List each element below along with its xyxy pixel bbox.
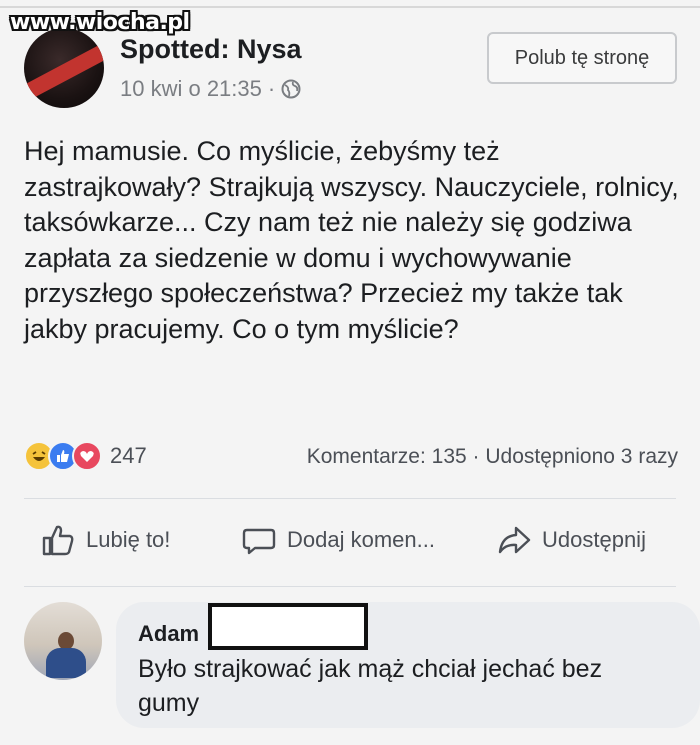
like-button-label: Lubię to! (86, 527, 171, 552)
comment-button[interactable]: Dodaj komen... (241, 522, 435, 558)
reaction-count: 247 (110, 443, 147, 468)
like-page-button[interactable]: Polub tę stronę (487, 32, 677, 84)
page-name[interactable]: Spotted: Nysa (120, 34, 302, 65)
post-stats: Komentarze: 135 · Udostępniono 3 razy (307, 445, 678, 469)
comment-icon (242, 528, 276, 555)
reactions-summary[interactable]: 247 (24, 441, 147, 471)
page-avatar[interactable] (24, 28, 104, 108)
avatar-body (46, 648, 86, 678)
divider-top (24, 498, 676, 499)
comment-button-label: Dodaj komen... (287, 527, 435, 552)
meta-separator: · (267, 76, 276, 101)
globe-icon (281, 79, 301, 99)
divider-bottom (24, 586, 676, 587)
post-meta: 10 kwi o 21:35 · (120, 76, 301, 102)
commenter-avatar[interactable] (24, 602, 102, 680)
share-button-label: Udostępnij (542, 527, 646, 552)
top-divider (0, 6, 700, 8)
thumbs-up-icon (42, 525, 74, 556)
post-text: Hej mamusie. Co myślicie, żebyśmy też za… (24, 136, 679, 344)
like-button[interactable]: Lubię to! (40, 522, 170, 558)
shares-count[interactable]: Udostępniono 3 razy (485, 445, 678, 468)
watermark: www.wiocha.pl (10, 10, 190, 35)
comments-count[interactable]: Komentarze: 135 (307, 445, 467, 468)
avatar-logo-stripe (24, 37, 104, 103)
share-button[interactable]: Udostępnij (496, 522, 646, 558)
redaction-box (208, 603, 368, 650)
comment-text: Było strajkować jak mąż chciał jechać be… (138, 655, 603, 717)
comment-author[interactable]: Adam (138, 621, 199, 647)
share-icon (498, 526, 531, 554)
love-icon (72, 441, 102, 471)
stats-separator: · (472, 445, 480, 468)
post-timestamp[interactable]: 10 kwi o 21:35 (120, 76, 262, 102)
